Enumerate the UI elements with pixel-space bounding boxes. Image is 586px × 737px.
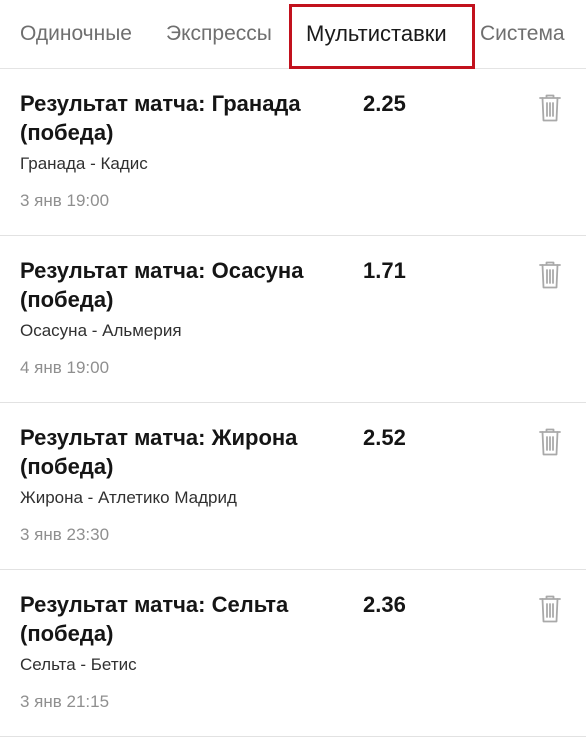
bet-market: Результат матча: Жирона (победа) bbox=[20, 425, 298, 479]
bet-card: Результат матча: Жирона (победа) 2.52 Жи… bbox=[0, 403, 586, 570]
bet-time: 3 янв 23:30 bbox=[20, 525, 110, 544]
bet-odds: 2.52 bbox=[363, 425, 406, 450]
trash-icon[interactable] bbox=[538, 260, 562, 290]
bet-odds: 1.71 bbox=[363, 258, 406, 283]
bet-teams: Осасуна - Альмерия bbox=[20, 321, 182, 340]
tab-express[interactable]: Экспрессы bbox=[166, 0, 272, 68]
bet-time: 4 янв 19:00 bbox=[20, 358, 110, 377]
trash-icon[interactable] bbox=[538, 93, 562, 123]
bet-time: 3 янв 21:15 bbox=[20, 692, 110, 711]
bet-teams: Гранада - Кадис bbox=[20, 154, 148, 173]
bet-teams: Жирона - Атлетико Мадрид bbox=[20, 488, 237, 507]
bet-market: Результат матча: Гранада (победа) bbox=[20, 91, 301, 145]
tab-system[interactable]: Система bbox=[480, 0, 565, 68]
bet-time: 3 янв 19:00 bbox=[20, 191, 110, 210]
bet-card: Результат матча: Гранада (победа) 2.25 Г… bbox=[0, 69, 586, 236]
bet-market: Результат матча: Осасуна (победа) bbox=[20, 258, 304, 312]
trash-icon[interactable] bbox=[538, 594, 562, 624]
bet-market: Результат матча: Сельта (победа) bbox=[20, 592, 289, 646]
tab-singles[interactable]: Одиночные bbox=[20, 0, 132, 68]
bet-type-tabs: Одиночные Экспрессы Мультиставки Система bbox=[0, 0, 586, 69]
bet-odds: 2.25 bbox=[363, 91, 406, 116]
trash-icon[interactable] bbox=[538, 427, 562, 457]
bet-card: Результат матча: Сельта (победа) 2.36 Се… bbox=[0, 570, 586, 737]
bet-card: Результат матча: Осасуна (победа) 1.71 О… bbox=[0, 236, 586, 403]
bet-teams: Сельта - Бетис bbox=[20, 655, 137, 674]
bet-odds: 2.36 bbox=[363, 592, 406, 617]
active-tab-highlight bbox=[289, 4, 475, 69]
